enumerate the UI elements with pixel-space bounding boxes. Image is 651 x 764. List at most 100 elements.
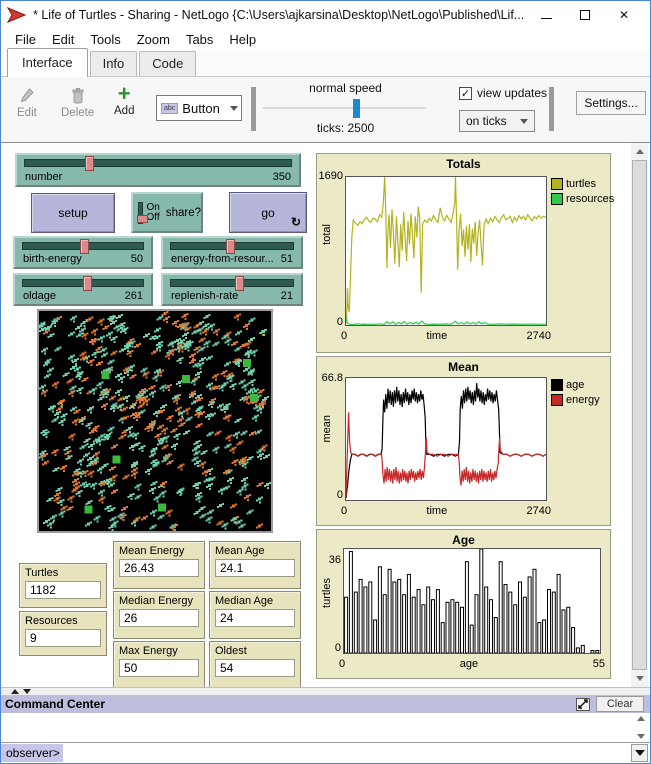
slider-number[interactable]: number 350 [15, 153, 301, 187]
tab-bar: Interface Info Code [1, 50, 650, 77]
update-mode-dropdown[interactable]: on ticks [459, 110, 535, 132]
slider-birth-energy[interactable]: birth-energy 50 [13, 236, 153, 269]
main-vertical-scrollbar[interactable] [631, 143, 648, 687]
slider-thumb[interactable] [85, 156, 94, 171]
switch-off-label: Off [146, 212, 159, 223]
close-button[interactable]: ✕ [618, 9, 630, 21]
x-max-tick: 2740 [527, 330, 551, 342]
plot-age: Age 36 0 turtles 0 age 55 [316, 529, 611, 679]
splitter-down-icon[interactable] [23, 689, 31, 694]
delete-button[interactable]: Delete [61, 87, 94, 119]
netlogo-app-icon [7, 7, 27, 23]
plot-title: Age [317, 533, 610, 547]
y-min-tick: 0 [317, 642, 341, 654]
view-updates-control[interactable]: ✓ view updates [459, 86, 547, 100]
slider-thumb[interactable] [226, 239, 235, 254]
mean-chart-svg [346, 378, 546, 500]
switch-share[interactable]: On Off share? [131, 192, 203, 233]
settings-button[interactable]: Settings... [576, 91, 646, 115]
tab-code[interactable]: Code [139, 51, 196, 76]
monitor-mean-energy: Mean Energy 26.43 [113, 541, 205, 589]
monitor-mean-age: Mean Age 24.1 [209, 541, 301, 589]
slider-value: 50 [131, 253, 143, 265]
scrollbar-thumb[interactable] [632, 160, 647, 670]
expand-icon[interactable] [576, 698, 590, 711]
x-axis-label: time [426, 505, 447, 517]
slider-thumb[interactable] [235, 276, 244, 291]
x-axis-label: age [460, 658, 478, 670]
legend-label: turtles [566, 178, 596, 190]
slider-thumb[interactable] [83, 276, 92, 291]
toolbar-separator [549, 87, 554, 131]
command-center-output[interactable] [1, 713, 650, 743]
plot-legend: age energy [551, 379, 600, 406]
switch-thumb[interactable] [137, 215, 148, 223]
speed-slider-thumb[interactable] [353, 99, 360, 118]
slider-channel [170, 279, 294, 287]
widget-abc-icon: abc [161, 103, 178, 114]
x-axis-row: 0 age 55 [339, 658, 605, 670]
slider-oldage[interactable]: oldage 261 [13, 273, 153, 306]
clear-button[interactable]: Clear [596, 696, 644, 712]
setup-button[interactable]: setup [31, 193, 115, 233]
monitor-label: Turtles [25, 567, 101, 579]
x-min-tick: 0 [339, 658, 345, 670]
update-mode-value: on ticks [466, 114, 507, 128]
tab-interface[interactable]: Interface [7, 48, 88, 77]
monitor-median-energy: Median Energy 26 [113, 591, 205, 639]
menu-zoom[interactable]: Zoom [129, 30, 178, 49]
go-button[interactable]: go ↻ [229, 192, 307, 233]
monitor-value: 24 [215, 609, 295, 627]
monitor-value: 26.43 [119, 559, 199, 577]
x-max-tick: 55 [593, 658, 605, 670]
add-button[interactable]: + Add [114, 85, 134, 117]
command-center-splitter[interactable] [1, 687, 650, 695]
view-updates-checkbox[interactable]: ✓ [459, 87, 472, 100]
minimize-button[interactable] [541, 12, 552, 19]
command-center-header: Command Center Clear [1, 695, 650, 713]
legend-swatch-age [551, 379, 563, 391]
plot-canvas [345, 176, 547, 326]
slider-value: 261 [125, 290, 143, 302]
maximize-button[interactable] [580, 10, 590, 20]
command-history-dropdown[interactable] [631, 744, 648, 762]
slider-energy-from-resource[interactable]: energy-from-resour... 51 [161, 236, 303, 269]
menu-file[interactable]: File [7, 30, 44, 49]
add-label: Add [114, 105, 134, 117]
widget-type-dropdown[interactable]: abc Button [156, 95, 242, 121]
splitter-up-icon[interactable] [11, 689, 19, 694]
command-input[interactable] [63, 743, 631, 763]
menu-help[interactable]: Help [221, 30, 264, 49]
x-axis-row: 0 time 2740 [341, 330, 551, 342]
scroll-down-arrow[interactable] [631, 670, 648, 687]
edit-button[interactable]: Edit [17, 87, 37, 119]
slider-name: number [25, 171, 62, 183]
output-scrollbar[interactable] [633, 713, 648, 742]
switch-track[interactable] [138, 202, 143, 224]
slider-name: energy-from-resour... [171, 253, 274, 265]
setup-label: setup [58, 206, 87, 220]
tab-info[interactable]: Info [90, 51, 138, 76]
scroll-down-arrow[interactable] [637, 734, 645, 739]
world-view[interactable] [37, 309, 273, 533]
scroll-up-arrow[interactable] [637, 716, 645, 721]
legend-item: energy [551, 394, 600, 406]
speed-slider-track[interactable] [263, 107, 426, 109]
scroll-up-arrow[interactable] [631, 143, 648, 160]
chevron-down-icon [520, 119, 528, 124]
slider-channel [24, 159, 292, 167]
trash-icon [71, 87, 85, 105]
menu-edit[interactable]: Edit [44, 30, 82, 49]
slider-replenish-rate[interactable]: replenish-rate 21 [161, 273, 303, 306]
plot-totals: Totals 1690 0 total 0 time 2740 turtles … [316, 153, 611, 353]
monitor-label: Mean Energy [119, 545, 199, 557]
monitor-value: 54 [215, 659, 295, 677]
netlogo-window: * Life of Turtles - Sharing - NetLogo {C… [0, 0, 651, 764]
slider-name: birth-energy [23, 253, 82, 265]
menu-tabs[interactable]: Tabs [178, 30, 221, 49]
menu-tools[interactable]: Tools [82, 30, 128, 49]
plot-mean: Mean 66.8 0 mean 0 time 2740 age energy [316, 356, 611, 526]
pencil-icon [19, 87, 35, 105]
age-chart-svg [344, 549, 600, 653]
slider-thumb[interactable] [80, 239, 89, 254]
